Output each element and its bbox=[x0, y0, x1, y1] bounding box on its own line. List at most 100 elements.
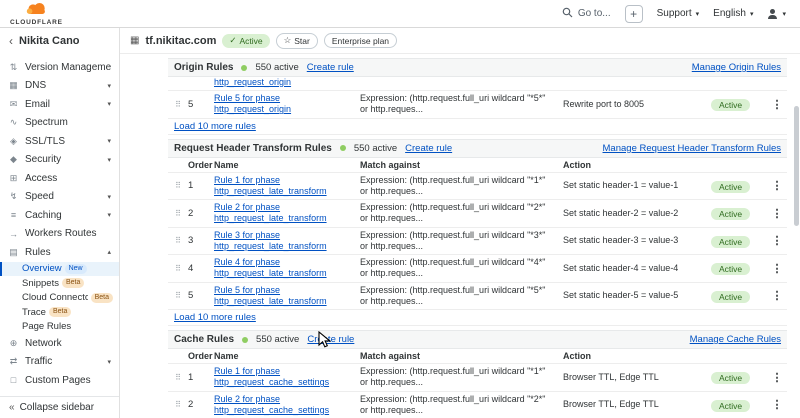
kebab-menu-icon[interactable]: ⋮ bbox=[767, 98, 787, 111]
chevron-down-icon: ▾ bbox=[107, 211, 111, 219]
chevron-down-icon: ▾ bbox=[107, 193, 111, 201]
scrollbar-thumb[interactable] bbox=[794, 106, 799, 226]
account-header[interactable]: ‹ Nikita Cano bbox=[0, 28, 119, 54]
cache-rules-section: Cache Rules 550 active Create rule Manag… bbox=[168, 330, 787, 418]
create-rule-link[interactable]: Create rule bbox=[307, 62, 354, 73]
rule-action: Set static header-1 = value-1 bbox=[563, 180, 711, 191]
rule-row: ⠿ 2 Rule 2 for phase http_request_cache_… bbox=[168, 392, 787, 418]
request-header-transform-section: Request Header Transform Rules 550 activ… bbox=[168, 139, 787, 327]
rule-name-link[interactable]: Rule 2 for phase http_request_cache_sett… bbox=[214, 394, 360, 417]
rule-name-link[interactable]: Rule 2 for phase http_request_late_trans… bbox=[214, 202, 360, 225]
site-domain[interactable]: tf.nikitac.com bbox=[145, 35, 216, 47]
rules-icon: ▤ bbox=[8, 247, 19, 258]
site-icon: ▦ bbox=[130, 35, 139, 46]
kebab-menu-icon[interactable]: ⋮ bbox=[767, 289, 787, 302]
kebab-menu-icon[interactable]: ⋮ bbox=[767, 179, 787, 192]
active-count: 550 active bbox=[255, 62, 298, 73]
sidebar-item-trace[interactable]: Trace Beta bbox=[0, 305, 119, 320]
load-more-origin-rules-link[interactable]: Load 10 more rules bbox=[174, 121, 256, 132]
sidebar-item-version-management[interactable]: ⇅ Version Management bbox=[0, 58, 119, 77]
rule-expression: Expression: (http.request.full_uri wildc… bbox=[360, 366, 563, 389]
rule-order: 1 bbox=[188, 372, 214, 383]
chevron-down-icon: ▾ bbox=[107, 358, 111, 366]
drag-handle-icon[interactable]: ⠿ bbox=[168, 291, 188, 300]
rule-row: ⠿ 3 Rule 3 for phase http_request_late_t… bbox=[168, 228, 787, 256]
sidebar-item-cloud-connector[interactable]: Cloud Connector Beta bbox=[0, 291, 119, 306]
rule-name-link[interactable]: Rule 3 for phase http_request_late_trans… bbox=[214, 230, 360, 253]
load-more-request-header-transform-rules-link[interactable]: Load 10 more rules bbox=[174, 312, 256, 323]
create-rule-link[interactable]: Create rule bbox=[405, 143, 452, 154]
sidebar-item-page-rules[interactable]: Page Rules bbox=[0, 320, 119, 335]
rule-row: ⠿ 1 Rule 1 for phase http_request_cache_… bbox=[168, 364, 787, 392]
drag-handle-icon[interactable]: ⠿ bbox=[168, 264, 188, 273]
sidebar-item-network[interactable]: ⊕ Network bbox=[0, 334, 119, 353]
rule-name-link[interactable]: Rule 1 for phase http_request_late_trans… bbox=[214, 175, 360, 198]
sidebar-item-rules[interactable]: ▤ Rules ▴ bbox=[0, 243, 119, 262]
support-menu[interactable]: Support ▾ bbox=[657, 8, 700, 19]
active-badge: Active bbox=[711, 208, 750, 220]
drag-handle-icon[interactable]: ⠿ bbox=[168, 181, 188, 190]
star-button[interactable]: ☆ Star bbox=[276, 33, 318, 49]
active-dot bbox=[241, 65, 247, 71]
drag-handle-icon[interactable]: ⠿ bbox=[168, 100, 188, 109]
sidebar-item-access[interactable]: ⊞ Access bbox=[0, 169, 119, 188]
drag-handle-icon[interactable]: ⠿ bbox=[168, 209, 188, 218]
beta-badge: Beta bbox=[91, 293, 113, 303]
rule-order: 5 bbox=[188, 99, 214, 110]
sidebar-item-speed[interactable]: ↯ Speed ▾ bbox=[0, 188, 119, 207]
sidebar-item-snippets[interactable]: Snippets Beta bbox=[0, 276, 119, 291]
rule-name-link[interactable]: Rule 1 for phase http_request_cache_sett… bbox=[214, 366, 360, 389]
beta-badge: Beta bbox=[62, 278, 84, 288]
global-search[interactable]: Go to... bbox=[562, 7, 611, 21]
sidebar-item-caching[interactable]: ≡ Caching ▾ bbox=[0, 206, 119, 225]
back-icon: ‹ bbox=[9, 34, 13, 48]
active-dot bbox=[340, 145, 346, 151]
sidebar-item-dns[interactable]: ▦ DNS ▾ bbox=[0, 77, 119, 96]
rule-name-link[interactable]: http_request_origin bbox=[214, 77, 360, 88]
kebab-menu-icon[interactable]: ⋮ bbox=[767, 207, 787, 220]
kebab-menu-icon[interactable]: ⋮ bbox=[767, 234, 787, 247]
sidebar-item-traffic[interactable]: ⇄ Traffic ▾ bbox=[0, 353, 119, 372]
language-menu[interactable]: English ▾ bbox=[713, 8, 753, 19]
drag-handle-icon[interactable]: ⠿ bbox=[168, 400, 188, 409]
sidebar-item-security[interactable]: ◆ Security ▾ bbox=[0, 151, 119, 170]
plan-badge: Enterprise plan bbox=[324, 33, 397, 48]
kebab-menu-icon[interactable]: ⋮ bbox=[767, 398, 787, 411]
active-count: 550 active bbox=[256, 334, 299, 345]
sidebar-item-email[interactable]: ✉ Email ▾ bbox=[0, 95, 119, 114]
add-button[interactable]: + bbox=[625, 5, 643, 23]
check-icon: ✓ bbox=[229, 35, 236, 46]
kebab-menu-icon[interactable]: ⋮ bbox=[767, 262, 787, 275]
create-rule-link[interactable]: Create rule bbox=[307, 334, 354, 345]
rule-name-link[interactable]: Rule 5 for phase http_request_origin bbox=[214, 93, 360, 116]
manage-request-header-transform-rules-link[interactable]: Manage Request Header Transform Rules bbox=[603, 143, 781, 154]
site-header: ▦ tf.nikitac.com ✓ Active ☆ Star Enterpr… bbox=[120, 28, 800, 54]
account-menu[interactable]: ▾ bbox=[767, 9, 786, 19]
brand-text: CLOUDFLARE bbox=[10, 19, 63, 26]
sidebar-item-ssl-tls[interactable]: ◈ SSL/TLS ▾ bbox=[0, 132, 119, 151]
drag-handle-icon[interactable]: ⠿ bbox=[168, 373, 188, 382]
goto-label: Go to... bbox=[578, 8, 611, 19]
manage-cache-rules-link[interactable]: Manage Cache Rules bbox=[690, 334, 781, 345]
cloudflare-logo[interactable]: CLOUDFLARE bbox=[10, 1, 63, 26]
chevron-down-icon: ▾ bbox=[782, 10, 786, 18]
rule-action: Set static header-5 = value-5 bbox=[563, 290, 711, 301]
active-badge: Active bbox=[711, 291, 750, 303]
rule-name-link[interactable]: Rule 4 for phase http_request_late_trans… bbox=[214, 257, 360, 280]
collapse-label: Collapse sidebar bbox=[20, 402, 95, 413]
sidebar-item-workers-routes[interactable]: → Workers Routes bbox=[0, 225, 119, 244]
origin-rules-header: Origin Rules 550 active Create rule Mana… bbox=[168, 58, 787, 77]
collapse-sidebar-button[interactable]: « Collapse sidebar bbox=[0, 396, 119, 418]
active-badge: Active bbox=[711, 181, 750, 193]
sidebar-item-rules-overview[interactable]: Overview New bbox=[0, 262, 119, 277]
kebab-menu-icon[interactable]: ⋮ bbox=[767, 371, 787, 384]
chevron-down-icon: ▾ bbox=[750, 10, 754, 18]
network-icon: ⊕ bbox=[8, 338, 19, 349]
sidebar-item-custom-pages[interactable]: □ Custom Pages bbox=[0, 371, 119, 390]
manage-origin-rules-link[interactable]: Manage Origin Rules bbox=[692, 62, 781, 73]
drag-handle-icon[interactable]: ⠿ bbox=[168, 236, 188, 245]
rule-order: 4 bbox=[188, 263, 214, 274]
rule-name-link[interactable]: Rule 5 for phase http_request_late_trans… bbox=[214, 285, 360, 308]
sidebar-item-spectrum[interactable]: ∿ Spectrum bbox=[0, 114, 119, 133]
rule-expression: Expression: (http.request.full_uri wildc… bbox=[360, 394, 563, 417]
